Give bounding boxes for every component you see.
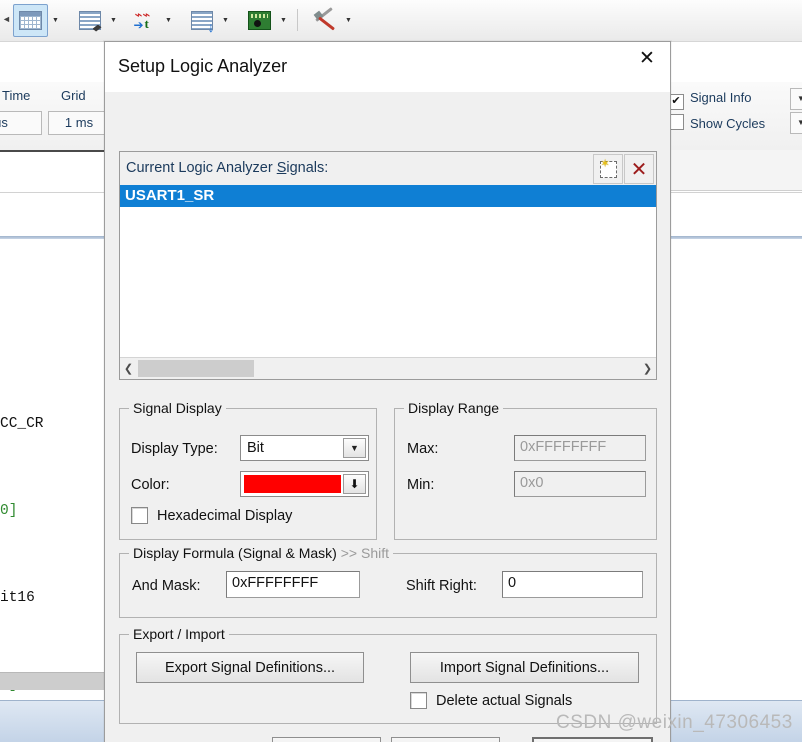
- shift-right-label: Shift Right:: [406, 578, 477, 594]
- help-button[interactable]: Help: [532, 737, 653, 742]
- list-item[interactable]: USART1_SR: [120, 185, 656, 207]
- signal-info-label: Signal Info: [690, 90, 752, 105]
- max-label: Max:: [407, 441, 439, 457]
- chevron-down-icon[interactable]: ▼: [341, 5, 356, 36]
- show-cycles-label: Show Cycles: [690, 116, 766, 131]
- min-field[interactable]: 0x0: [514, 471, 646, 497]
- peripherals-icon[interactable]: [243, 5, 276, 36]
- display-range-legend: Display Range: [404, 400, 504, 416]
- display-type-select[interactable]: Bit ▼: [240, 435, 369, 461]
- display-formula-group: Display Formula (Signal & Mask) >> Shift…: [119, 545, 657, 618]
- new-signal-icon[interactable]: [593, 154, 623, 184]
- hexadecimal-display-checkbox[interactable]: [131, 507, 148, 524]
- scroll-left-icon[interactable]: ❮: [120, 358, 137, 379]
- source-code-column: CC_CR 0] it16 0] 0] it17 ]: [0, 352, 104, 693]
- chevron-down-icon[interactable]: ▼: [276, 5, 291, 36]
- watch-window-icon[interactable]: [73, 5, 106, 36]
- display-range-group: Display Range Max: 0xFFFFFFFF Min: 0x0: [394, 400, 657, 540]
- trace-table-icon[interactable]: [185, 5, 218, 36]
- toolbar-item-logic-analyzer[interactable]: ⌁⌁ ➔ t ▼: [128, 4, 176, 36]
- right-pane-header: [668, 150, 802, 191]
- signal-info-checkbox-row[interactable]: ✔ Signal Info: [668, 90, 751, 110]
- main-toolbar: ◄ ▼ ▼ ⌁⌁➔t ▼ ▼ ▼: [0, 0, 802, 42]
- show-cycles-checkbox-row[interactable]: Show Cycles: [668, 114, 765, 131]
- time-label: Time: [2, 88, 31, 103]
- export-import-group: Export / Import Export Signal Definition…: [119, 626, 657, 724]
- color-swatch[interactable]: [244, 475, 341, 493]
- bg-combo-top[interactable]: ▼: [790, 88, 802, 110]
- setup-logic-analyzer-dialog: Setup Logic Analyzer ✕ Current Logic Ana…: [104, 41, 671, 742]
- min-label: Min:: [407, 477, 435, 493]
- toolbar-item-watch-window[interactable]: ▼: [73, 4, 121, 36]
- signal-display-group: Signal Display Display Type: Bit ▼ Color…: [119, 400, 377, 540]
- grid-value-field[interactable]: 1 ms: [48, 111, 110, 135]
- chevron-down-icon[interactable]: ▼: [106, 5, 121, 36]
- hexadecimal-display-label: Hexadecimal Display: [157, 507, 293, 524]
- tools-icon[interactable]: [308, 5, 341, 36]
- export-signal-definitions-button[interactable]: Export Signal Definitions...: [136, 652, 364, 683]
- code-line: 0]: [0, 503, 18, 519]
- code-line: CC_CR: [0, 416, 44, 432]
- bg-combo-bottom[interactable]: ▼: [790, 112, 802, 134]
- dialog-body: Current Logic Analyzer Signals: ✕ USART1…: [105, 92, 670, 742]
- code-line: it16: [0, 590, 35, 606]
- shift-right-field[interactable]: 0: [502, 571, 643, 598]
- color-dropdown-icon[interactable]: ⬇: [343, 474, 366, 494]
- delete-actual-signals-checkbox[interactable]: [410, 692, 427, 709]
- and-mask-field[interactable]: 0xFFFFFFFF: [226, 571, 360, 598]
- dialog-title-bar[interactable]: Setup Logic Analyzer ✕: [105, 42, 670, 92]
- toolbar-overflow-left-icon[interactable]: ◄: [2, 14, 11, 24]
- current-signals-panel: Current Logic Analyzer Signals: ✕ USART1…: [119, 151, 657, 380]
- chevron-down-icon[interactable]: ▼: [48, 5, 63, 36]
- scrollbar-thumb[interactable]: [138, 360, 254, 377]
- chevron-down-icon[interactable]: ▼: [343, 438, 366, 458]
- signals-list[interactable]: USART1_SR: [120, 185, 656, 357]
- display-formula-legend: Display Formula (Signal & Mask) >> Shift: [129, 545, 393, 561]
- signals-list-label: Current Logic Analyzer Signals:: [126, 160, 329, 176]
- toolbar-item-trace[interactable]: ▼: [185, 4, 233, 36]
- logic-analyzer-icon[interactable]: ⌁⌁ ➔ t: [128, 5, 161, 36]
- memory-grid-icon[interactable]: [13, 3, 48, 37]
- display-type-value: Bit: [247, 440, 264, 456]
- signal-display-legend: Signal Display: [129, 400, 226, 416]
- delete-actual-signals-checkbox-row[interactable]: Delete actual Signals: [410, 692, 572, 709]
- color-picker[interactable]: ⬇: [240, 471, 369, 497]
- dialog-title: Setup Logic Analyzer: [118, 56, 288, 76]
- hexadecimal-display-checkbox-row[interactable]: Hexadecimal Display: [131, 507, 292, 524]
- export-import-legend: Export / Import: [129, 626, 229, 642]
- editor-horizontal-scrollbar[interactable]: [0, 672, 104, 690]
- kill-all-button[interactable]: Kill All: [272, 737, 381, 742]
- signals-list-horizontal-scrollbar[interactable]: ❮ ❯: [120, 357, 656, 379]
- toolbar-item-system-viewer[interactable]: ▼: [243, 4, 291, 36]
- delete-actual-signals-label: Delete actual Signals: [436, 692, 573, 709]
- chevron-down-icon[interactable]: ▼: [161, 5, 176, 36]
- close-icon[interactable]: ✕: [624, 42, 670, 74]
- scroll-right-icon[interactable]: ❯: [639, 358, 656, 379]
- max-field[interactable]: 0xFFFFFFFF: [514, 435, 646, 461]
- and-mask-label: And Mask:: [132, 578, 201, 594]
- display-type-label: Display Type:: [131, 441, 218, 457]
- toolbar-separator: [297, 9, 298, 31]
- time-value-field[interactable]: us: [0, 111, 42, 135]
- grid-label: Grid: [61, 88, 86, 103]
- close-button[interactable]: Close: [391, 737, 500, 742]
- color-label: Color:: [131, 477, 170, 493]
- watermark: CSDN @weixin_47306453: [556, 712, 793, 733]
- toolbar-item-tools[interactable]: ▼: [308, 4, 356, 36]
- chevron-down-icon[interactable]: ▼: [218, 5, 233, 36]
- delete-signal-icon[interactable]: ✕: [624, 154, 654, 184]
- import-signal-definitions-button[interactable]: Import Signal Definitions...: [410, 652, 639, 683]
- toolbar-item-memory-window[interactable]: ▼: [13, 3, 63, 37]
- signals-list-header: Current Logic Analyzer Signals: ✕: [120, 152, 656, 186]
